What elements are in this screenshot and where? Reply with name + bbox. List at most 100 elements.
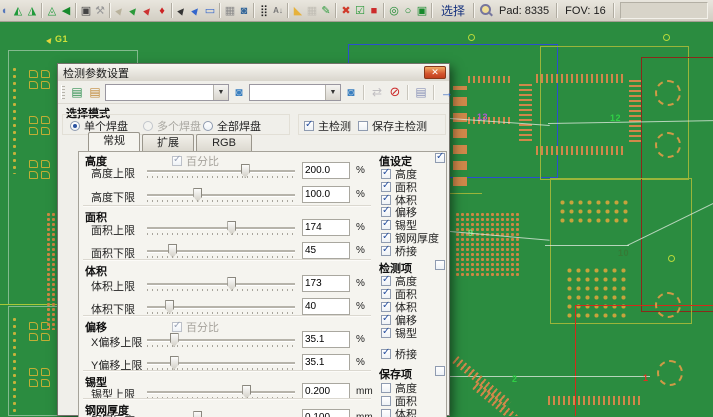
pad-array <box>558 198 632 226</box>
save-template-orange-icon[interactable]: ▤ <box>87 83 103 101</box>
group-separator <box>83 315 371 316</box>
cancel-icon[interactable]: ⊘ <box>387 83 403 101</box>
view-3d-a-icon[interactable]: ◭ <box>11 2 25 20</box>
dialog-titlebar[interactable]: 检测参数设置 ✕ <box>58 64 449 82</box>
template-combo-2[interactable]: ▼ <box>249 84 341 101</box>
area-upper-slider[interactable] <box>147 227 295 230</box>
toolbar-separator <box>41 3 43 18</box>
toolbar-grip[interactable] <box>61 85 65 99</box>
dialog-toolbar: ▤ ▤ ▼ ◙ ▼ ◙ ⇄ ⊘ ▤ → <box>58 81 449 104</box>
value-set-master-checkbox[interactable] <box>435 153 445 163</box>
screen-capture-icon[interactable]: ▣ <box>79 2 93 20</box>
stop-icon[interactable]: ■ <box>367 2 381 20</box>
rosette-pads <box>655 292 681 318</box>
red-guide-line <box>575 305 713 306</box>
detect-item[interactable]: 锡型 <box>381 325 417 341</box>
y-offset-upper-input[interactable] <box>302 354 350 371</box>
slider-ticks <box>147 289 295 291</box>
partial-tool-icon[interactable]: ◖ <box>0 2 11 20</box>
detect-master-checkbox[interactable] <box>435 260 445 270</box>
pad-strip <box>519 83 532 141</box>
slider-thumb[interactable] <box>193 411 202 417</box>
save-template-green-icon[interactable]: ▤ <box>69 83 85 101</box>
slider-row: 面积上限 % <box>79 220 375 237</box>
cone-view-icon[interactable]: ◀ <box>59 2 73 20</box>
camera-icon[interactable]: ◙ <box>237 2 251 20</box>
save-item[interactable]: 体积 <box>381 406 417 417</box>
tab-extended[interactable]: 扩展 <box>142 134 194 151</box>
radio-all-pads[interactable]: 全部焊盘 <box>203 118 261 134</box>
tab-general[interactable]: 常规 <box>88 132 140 151</box>
circle-dot-icon[interactable]: ◎ <box>387 2 401 20</box>
value-set-item[interactable]: 桥接 <box>381 243 417 259</box>
quad-pads <box>29 116 50 135</box>
x-offset-upper-slider[interactable] <box>147 339 295 342</box>
unit-label: % <box>356 301 365 312</box>
area-upper-input[interactable] <box>302 219 350 236</box>
height-upper-input[interactable] <box>302 162 350 179</box>
save-master-checkbox[interactable] <box>435 366 445 376</box>
prism-view-icon[interactable]: ◬ <box>45 2 59 20</box>
view-3d-b-icon[interactable]: ◮ <box>25 2 39 20</box>
slider-label: 钢网厚度 <box>91 412 135 417</box>
volume-upper-slider[interactable] <box>147 283 295 286</box>
x-offset-upper-input[interactable] <box>302 331 350 348</box>
close-button[interactable]: ✕ <box>424 66 446 79</box>
sync-icon[interactable]: ⇄ <box>369 83 385 101</box>
chevron-down-icon[interactable]: ▼ <box>213 85 228 100</box>
slider-row: 体积上限 % <box>79 276 375 293</box>
grid-view-icon[interactable]: ▦ <box>223 2 237 20</box>
slider-ticks <box>147 233 295 235</box>
detect-item[interactable]: 桥接 <box>381 346 417 362</box>
shape-upper-slider[interactable] <box>147 391 295 394</box>
slider-ticks <box>147 176 295 178</box>
circle-icon[interactable]: ○ <box>401 2 415 20</box>
unit-label: mm <box>356 412 373 417</box>
rosette-pads <box>655 80 681 106</box>
pad-count-status: Pad: 8335 <box>499 5 549 17</box>
area-lower-input[interactable] <box>302 242 350 259</box>
slider-label: 高度下限 <box>91 189 135 205</box>
delete-icon[interactable]: ✖ <box>339 2 353 20</box>
toolbar-separator <box>383 3 385 18</box>
sort-az-icon[interactable]: A↓ <box>271 2 285 20</box>
slider-ticks <box>147 345 295 347</box>
pcb-label: G1 <box>55 34 68 44</box>
save-main-detect-checkbox[interactable]: 保存主检测 <box>358 118 427 134</box>
exit-icon[interactable]: → <box>439 83 455 101</box>
edit-plan-icon[interactable]: ✎ <box>319 2 333 20</box>
pad-strip <box>536 146 626 155</box>
tab-rgb[interactable]: RGB <box>196 134 252 151</box>
area-lower-slider[interactable] <box>147 250 295 253</box>
apply-template-left-icon[interactable]: ◙ <box>231 83 247 101</box>
group-separator <box>83 259 371 260</box>
magnifier-icon[interactable] <box>478 2 493 19</box>
grid-faint-icon[interactable]: ▦ <box>305 2 319 20</box>
pcb-label: 10 <box>618 248 629 258</box>
confirm-icon[interactable]: ☑ <box>353 2 367 20</box>
apply-template-right-icon[interactable]: ◙ <box>343 83 359 101</box>
ruler-icon[interactable]: ◣ <box>291 2 305 20</box>
y-offset-upper-slider[interactable] <box>147 362 295 365</box>
height-lower-input[interactable] <box>302 186 350 203</box>
toolbar-separator <box>219 3 221 18</box>
fiducial-ring <box>663 34 670 41</box>
height-upper-slider[interactable] <box>147 170 295 173</box>
rosette-pads <box>655 132 681 158</box>
template-combo-1[interactable]: ▼ <box>105 84 229 101</box>
tile-layout-icon[interactable]: ⣿ <box>257 2 271 20</box>
tools-icon[interactable]: ⚒ <box>93 2 107 20</box>
square-frame-icon[interactable]: ▣ <box>415 2 429 20</box>
main-detect-checkbox[interactable]: 主检测 <box>304 118 351 134</box>
pad-strip-diagonal <box>452 356 511 408</box>
chevron-down-icon[interactable]: ▼ <box>325 85 340 100</box>
save-settings-icon[interactable]: ▤ <box>413 83 429 101</box>
select-mode-button[interactable]: 选择 <box>441 2 465 19</box>
height-lower-slider[interactable] <box>147 194 295 197</box>
pad-strip <box>468 76 512 83</box>
volume-upper-input[interactable] <box>302 275 350 292</box>
toolbar-separator <box>613 3 615 18</box>
volume-lower-input[interactable] <box>302 298 350 315</box>
rosette-pads <box>657 360 683 386</box>
volume-lower-slider[interactable] <box>147 306 295 309</box>
